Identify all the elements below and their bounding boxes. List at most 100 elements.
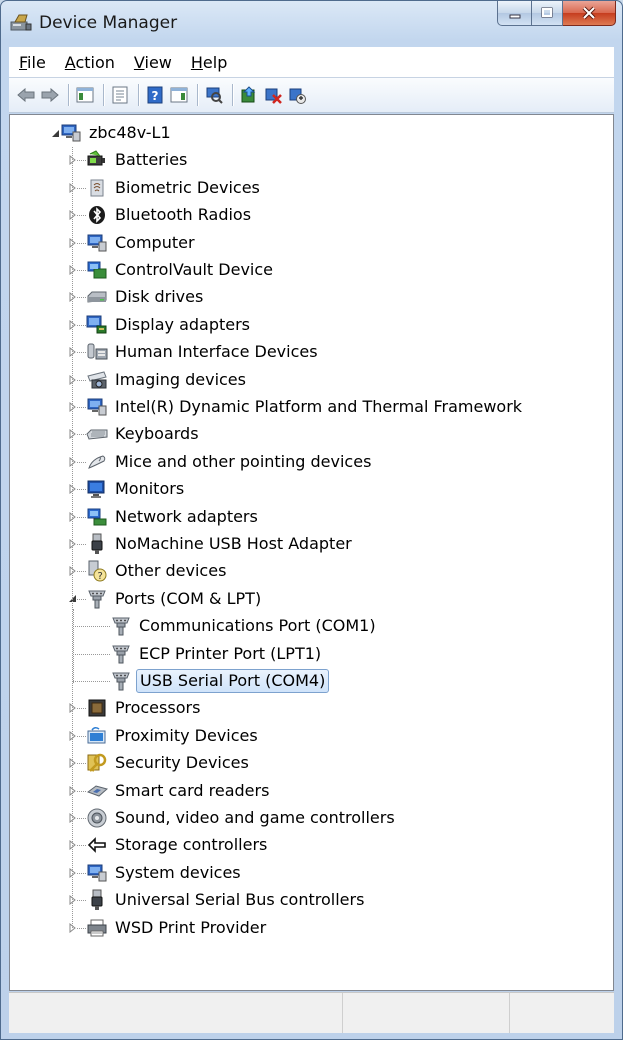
tree-category-network-adapters[interactable]: Network adapters xyxy=(86,504,261,530)
tree-connector xyxy=(77,735,86,737)
port-icon xyxy=(86,588,108,610)
port-icon xyxy=(110,643,132,665)
tree-category-monitors[interactable]: Monitors xyxy=(86,476,187,502)
camera-icon xyxy=(86,369,108,391)
tree-category-disk-drives[interactable]: Disk drives xyxy=(86,284,206,310)
update-driver-button[interactable] xyxy=(238,84,260,106)
tree-category-system-devices[interactable]: System devices xyxy=(86,860,244,886)
computer-icon xyxy=(86,862,108,884)
forward-arrow-button[interactable] xyxy=(39,84,61,106)
tree-category-universal-serial-bus-controllers[interactable]: Universal Serial Bus controllers xyxy=(86,887,367,913)
port-icon xyxy=(110,670,132,692)
status-segment-middle xyxy=(343,993,511,1033)
unknown-device-icon: ? xyxy=(86,560,108,582)
status-segment-main xyxy=(9,993,344,1033)
root-expander-icon[interactable] xyxy=(50,127,60,139)
tree-category-sound-video-and-game-controllers[interactable]: Sound, video and game controllers xyxy=(86,805,398,831)
tree-category-processors[interactable]: Processors xyxy=(86,695,203,721)
tree-category-ports-com-lpt[interactable]: Ports (COM & LPT) xyxy=(86,586,264,612)
tree-connector xyxy=(77,407,86,408)
tree-category-bluetooth-radios[interactable]: Bluetooth Radios xyxy=(86,202,254,228)
menu-action-mnemonic: A xyxy=(64,52,76,72)
tree-connector xyxy=(77,160,86,162)
bluetooth-icon xyxy=(86,204,108,226)
device-tree-pane[interactable]: zbc48v-L1 Batteries Biometric Devices Bluet… xyxy=(9,114,614,991)
tree-item-label: System devices xyxy=(115,862,241,882)
processor-icon xyxy=(86,697,108,719)
tree-category-proximity-devices[interactable]: Proximity Devices xyxy=(86,723,261,749)
tree-category-smart-card-readers[interactable]: Smart card readers xyxy=(86,778,272,804)
tree-connector xyxy=(73,681,110,682)
proximity-icon xyxy=(86,725,108,747)
tree-category-security-devices[interactable]: Security Devices xyxy=(86,750,252,776)
tree-item-label: zbc48v-L1 xyxy=(89,123,171,142)
scan-hardware-button[interactable] xyxy=(203,84,225,106)
tree-category-intel-r-dynamic-platform-and-thermal-framework[interactable]: Intel(R) Dynamic Platform and Thermal Fr… xyxy=(86,394,525,420)
toolbar-separator xyxy=(197,84,198,106)
tree-connector xyxy=(77,790,86,792)
menu-action[interactable]: Action xyxy=(55,53,124,72)
disable-device-button[interactable] xyxy=(286,84,308,106)
tree-device-usb-serial-port-com4[interactable]: USB Serial Port (COM4) xyxy=(110,668,330,694)
show-hide-console-tree-button[interactable] xyxy=(74,84,96,106)
speaker-icon xyxy=(86,807,108,829)
tree-category-storage-controllers[interactable]: Storage controllers xyxy=(86,832,270,858)
tree-category-other-devices[interactable]: ? Other devices xyxy=(86,558,229,584)
tree-item-label: Display adapters xyxy=(115,314,251,334)
close-button[interactable] xyxy=(563,1,616,26)
properties-button[interactable] xyxy=(109,84,131,106)
device-manager-window: Device Manager File Action View Help ? z… xyxy=(0,0,623,1040)
tree-category-controlvault-device[interactable]: ControlVault Device xyxy=(86,257,276,283)
tree-item-label: Mice and other pointing devices xyxy=(115,451,372,471)
tree-connector xyxy=(77,434,86,436)
menu-view-label: iew xyxy=(144,52,172,72)
uninstall-device-button[interactable] xyxy=(262,84,284,106)
menu-help-mnemonic: H xyxy=(190,52,203,72)
computer-icon xyxy=(86,396,108,418)
tree-item-label: WSD Print Provider xyxy=(115,917,267,937)
hid-icon xyxy=(86,341,108,363)
tree-category-keyboards[interactable]: Keyboards xyxy=(86,421,202,447)
tree-category-imaging-devices[interactable]: Imaging devices xyxy=(86,367,249,393)
toolbar-separator xyxy=(103,84,104,106)
tree-category-nomachine-usb-host-adapter[interactable]: NoMachine USB Host Adapter xyxy=(86,531,355,557)
tree-connector xyxy=(77,872,86,874)
back-arrow-icon xyxy=(17,88,35,102)
tree-category-wsd-print-provider[interactable]: WSD Print Provider xyxy=(86,915,269,941)
tree-connector xyxy=(77,461,86,463)
tree-category-display-adapters[interactable]: Display adapters xyxy=(86,312,253,338)
tree-connector xyxy=(77,708,86,710)
tree-category-batteries[interactable]: Batteries xyxy=(86,147,190,173)
tree-item-label: NoMachine USB Host Adapter xyxy=(115,534,352,553)
security-key-icon xyxy=(86,752,108,774)
tree-category-human-interface-devices[interactable]: Human Interface Devices xyxy=(86,339,321,365)
tree-category-computer[interactable]: Computer xyxy=(86,230,198,256)
back-arrow-button[interactable] xyxy=(15,84,37,106)
minimize-icon xyxy=(509,14,520,19)
menu-file[interactable]: File xyxy=(9,53,55,72)
minimize-button[interactable] xyxy=(497,1,532,26)
tree-category-mice-and-other-pointing-devices[interactable]: Mice and other pointing devices xyxy=(86,449,374,475)
help-button[interactable]: ? xyxy=(144,84,166,106)
tree-root-computer[interactable]: zbc48v-L1 xyxy=(60,120,174,146)
maximize-button[interactable] xyxy=(532,1,563,26)
tree-item-label: Universal Serial Bus controllers xyxy=(115,890,365,910)
tree-category-biometric-devices[interactable]: Biometric Devices xyxy=(86,175,263,201)
title-bar[interactable]: Device Manager xyxy=(1,1,622,45)
action-pane-button[interactable] xyxy=(168,84,190,106)
tree-item-label: Monitors xyxy=(115,479,185,499)
device-manager-app-icon xyxy=(9,12,33,32)
menu-file-mnemonic: F xyxy=(19,52,28,72)
menu-view[interactable]: View xyxy=(124,53,181,72)
tree-item-label: Network adapters xyxy=(115,506,258,526)
tree-device-communications-port-com1[interactable]: Communications Port (COM1) xyxy=(110,613,379,639)
tree-connector xyxy=(72,147,73,928)
menu-help[interactable]: Help xyxy=(181,53,236,72)
usb-plug-icon xyxy=(86,533,108,555)
tree-connector xyxy=(77,215,86,217)
close-icon xyxy=(582,6,596,20)
tree-connector xyxy=(77,297,86,299)
tree-item-label: Other devices xyxy=(115,561,227,581)
tree-device-ecp-printer-port-lpt1[interactable]: ECP Printer Port (LPT1) xyxy=(110,641,324,667)
disk-drive-icon xyxy=(86,286,108,308)
